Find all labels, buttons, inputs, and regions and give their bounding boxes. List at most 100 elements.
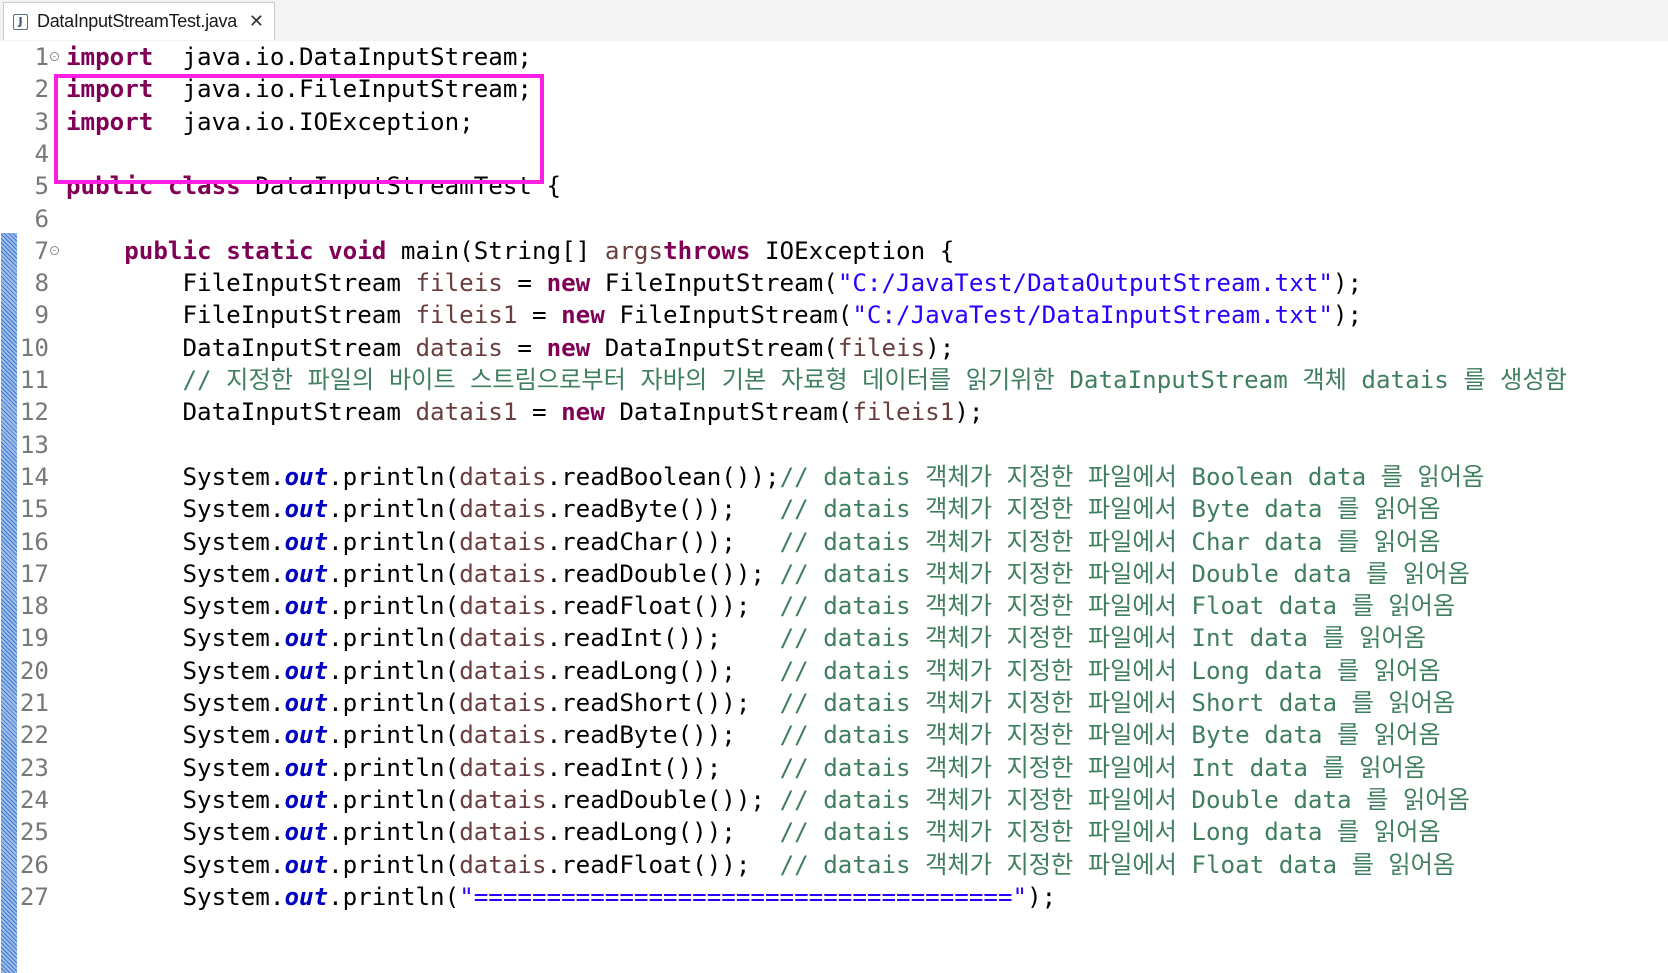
code-token: // datais 객체가 지정한 파일에서 Int data 를 읽어옴 — [779, 753, 1427, 782]
line-number: 24 — [19, 785, 49, 814]
code-token: datais — [459, 624, 547, 653]
code-token: datais — [459, 753, 547, 782]
code-token: .println( — [328, 850, 460, 879]
code-token: import — [66, 75, 154, 104]
fold-toggle-icon[interactable]: - — [50, 245, 59, 255]
tab-datainputstreamtest-java[interactable]: J DataInputStreamTest.java ✕ — [3, 2, 275, 40]
code-token: .readDouble()); — [546, 785, 780, 814]
line-number: 3 — [34, 107, 49, 136]
code-token: datais — [459, 785, 547, 814]
code-token: // datais 객체가 지정한 파일에서 Long data 를 읽어옴 — [779, 818, 1441, 847]
code-line: 20 System.out.println(datais.readLong())… — [0, 655, 1668, 687]
code-text: System.out.println(datais.readDouble());… — [66, 784, 1469, 816]
code-text: FileInputStream fileis1 = new FileInputS… — [66, 299, 1362, 331]
code-text: import java.io.IOException; — [66, 106, 474, 138]
code-token: // datais 객체가 지정한 파일에서 Float data 를 읽어옴 — [779, 850, 1456, 879]
code-text: System.out.println("====================… — [66, 881, 1056, 913]
line-number: 15 — [19, 495, 49, 524]
code-token: .println( — [328, 882, 460, 911]
code-token: out — [284, 559, 329, 588]
code-token: System. — [66, 495, 285, 524]
code-token: System. — [66, 624, 285, 653]
code-token: System. — [66, 462, 285, 491]
code-token: // datais 객체가 지정한 파일에서 Int data 를 읽어옴 — [779, 624, 1427, 653]
code-token: .readFloat()); — [546, 850, 780, 879]
code-token: ); — [1332, 301, 1363, 330]
code-token: import — [66, 43, 154, 71]
line-number: 25 — [19, 818, 49, 847]
close-icon[interactable]: ✕ — [249, 12, 264, 31]
code-token: out — [284, 785, 329, 814]
code-text: DataInputStream datais1 = new DataInputS… — [66, 396, 983, 428]
code-token: out — [284, 882, 329, 911]
code-text: System.out.println(datais.readByte()); /… — [66, 719, 1440, 751]
code-editor[interactable]: 1- import java.io.DataInputStream; 2 import… — [0, 41, 1668, 973]
code-text: System.out.println(datais.readFloat()); … — [66, 849, 1455, 881]
code-token: System. — [66, 592, 285, 621]
code-token: .println( — [328, 689, 460, 717]
code-token: .readInt()); — [546, 624, 780, 653]
code-token: // datais 객체가 지정한 파일에서 Byte data 를 읽어옴 — [779, 495, 1441, 524]
code-token: DataInputStream — [66, 333, 416, 362]
line-number: 8 — [34, 269, 49, 298]
code-line: 13 — [0, 429, 1668, 461]
code-token: datais — [459, 850, 547, 879]
code-token: fileis1 — [415, 301, 518, 330]
line-number: 12 — [19, 398, 49, 427]
code-token: static — [226, 236, 314, 265]
code-token: .println( — [328, 592, 460, 621]
code-token: "C:/JavaTest/DataInputStream.txt" — [852, 301, 1333, 330]
code-token: .println( — [328, 624, 460, 653]
code-token: System. — [66, 850, 285, 879]
code-text: System.out.println(datais.readByte()); /… — [66, 493, 1441, 525]
code-token: datais1 — [415, 398, 518, 427]
code-line: 21 System.out.println(datais.readShort()… — [0, 687, 1668, 719]
code-token: .println( — [328, 785, 460, 814]
code-line: 11 // 지정한 파일의 바이트 스트림으로부터 자바의 기본 자료형 데이터… — [0, 364, 1668, 396]
code-token: ); — [1027, 882, 1057, 911]
code-token: ); — [1332, 269, 1363, 298]
code-token: System. — [66, 882, 285, 911]
code-token: datais — [415, 333, 503, 362]
code-token: System. — [66, 785, 285, 814]
line-number: 7 — [34, 236, 49, 265]
line-number: 2 — [34, 75, 49, 104]
code-token: FileInputStream( — [590, 269, 838, 298]
line-number: 22 — [19, 721, 49, 750]
code-token: class — [167, 172, 241, 201]
code-token: new — [546, 269, 591, 298]
code-line: 8 FileInputStream fileis = new FileInput… — [0, 267, 1668, 299]
code-token: DataInputStreamTest { — [240, 172, 562, 201]
code-token: out — [284, 462, 329, 491]
code-token: ); — [925, 333, 955, 362]
code-token: = — [502, 333, 547, 362]
fold-toggle-icon[interactable]: - — [50, 52, 59, 62]
line-number: 27 — [19, 882, 49, 911]
code-token: .println( — [328, 753, 460, 782]
code-token: out — [284, 850, 329, 879]
line-number: 26 — [19, 850, 49, 879]
code-token: datais — [459, 527, 547, 556]
code-token: out — [284, 592, 329, 621]
code-token: new — [561, 398, 605, 427]
code-text: public static void main(String[] argsthr… — [66, 235, 954, 267]
code-token: DataInputStream( — [590, 333, 838, 362]
code-token: out — [284, 689, 329, 717]
code-line: 12 DataInputStream datais1 = new DataInp… — [0, 396, 1668, 428]
line-number: 17 — [19, 559, 49, 588]
line-number: 21 — [19, 689, 49, 717]
code-text: System.out.println(datais.readInt()); //… — [66, 622, 1426, 654]
code-token: = — [517, 301, 562, 330]
code-line: 23 System.out.println(datais.readInt());… — [0, 752, 1668, 784]
code-token: public — [124, 236, 212, 265]
line-number: 20 — [19, 656, 49, 685]
code-line: 4 — [0, 138, 1668, 170]
code-token: DataInputStream — [66, 398, 416, 427]
code-token: .println( — [328, 818, 460, 847]
code-token: throws — [663, 236, 751, 265]
code-line: 24 System.out.println(datais.readDouble(… — [0, 784, 1668, 816]
code-token: // 지정한 파일의 바이트 스트림으로부터 자바의 기본 자료형 데이터를 읽… — [182, 366, 1567, 394]
